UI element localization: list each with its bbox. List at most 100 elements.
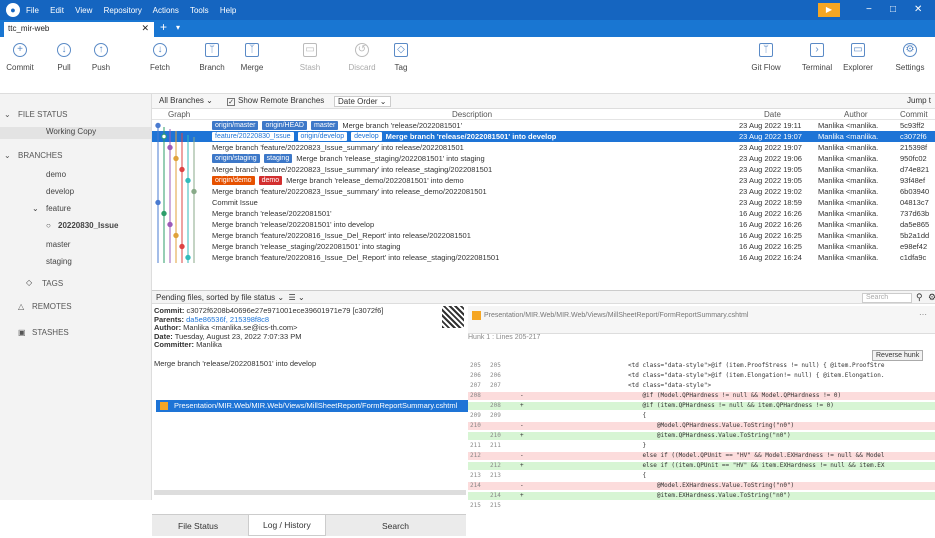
- commit-row[interactable]: origin/staging staging Merge branch 'relea…: [152, 153, 935, 164]
- commit-row[interactable]: origin/master origin/HEAD master Merge bran…: [152, 120, 935, 131]
- sidebar-item-master[interactable]: master: [46, 240, 70, 249]
- branch-label[interactable]: origin/develop: [297, 132, 348, 141]
- commit-node[interactable]: [155, 199, 161, 206]
- sidebar-item-demo[interactable]: demo: [46, 170, 66, 179]
- col-date[interactable]: Date: [764, 110, 781, 119]
- sidebar-branches[interactable]: BRANCHES: [18, 151, 62, 160]
- col-author[interactable]: Author: [844, 110, 868, 119]
- reverse-hunk-button[interactable]: Reverse hunk: [872, 350, 924, 361]
- stash-button[interactable]: ▭ Stash: [290, 43, 330, 72]
- pending-files-label[interactable]: Pending files, sorted by file status ⌄ ☰…: [156, 293, 305, 302]
- commit-row[interactable]: Merge branch 'release_staging/2022081501…: [152, 241, 935, 252]
- branch-button[interactable]: ᛘ Branch: [192, 43, 232, 72]
- branch-label[interactable]: demo: [258, 176, 283, 185]
- menu-view[interactable]: View: [75, 6, 92, 15]
- commit-row[interactable]: Merge branch 'feature/20220816_Issue_Del…: [152, 252, 935, 263]
- minimize-button[interactable]: −: [866, 4, 872, 15]
- branches-chevron-icon[interactable]: ⌄: [4, 151, 11, 160]
- file-item[interactable]: Presentation/MIR.Web/MIR.Web/Views/MillS…: [156, 400, 468, 412]
- commit-row[interactable]: origin/demo demo Merge branch 'release_dem…: [152, 175, 935, 186]
- settings-button[interactable]: ⚙ Settings: [890, 43, 930, 72]
- feature-chevron-icon[interactable]: ⌄: [32, 204, 39, 213]
- col-graph[interactable]: Graph: [168, 110, 190, 119]
- menu-tools[interactable]: Tools: [190, 6, 209, 15]
- commit-node[interactable]: [179, 243, 185, 250]
- sidebar-item-staging[interactable]: staging: [46, 257, 72, 266]
- menu-edit[interactable]: Edit: [50, 6, 64, 15]
- all-branches-select[interactable]: All Branches ⌄: [156, 96, 216, 107]
- branch-label[interactable]: origin/demo: [212, 176, 255, 185]
- sidebar-tags[interactable]: TAGS: [42, 279, 63, 288]
- tab-file-status[interactable]: File Status: [178, 521, 218, 531]
- repo-tab[interactable]: ttc_mir-web ✕: [4, 22, 154, 37]
- commit-node[interactable]: [167, 144, 173, 151]
- commit-node[interactable]: [161, 133, 167, 140]
- terminal-button[interactable]: › Terminal: [797, 43, 837, 72]
- sidebar-item-working-copy[interactable]: Working Copy: [0, 127, 151, 139]
- branch-label[interactable]: master: [310, 121, 339, 130]
- tab-dropdown-icon[interactable]: ▾: [176, 23, 180, 32]
- close-tab-icon[interactable]: ✕: [141, 23, 149, 34]
- menu-file[interactable]: File: [26, 6, 39, 15]
- sidebar-item-feature[interactable]: feature: [46, 204, 71, 213]
- new-tab-button[interactable]: +: [160, 20, 167, 34]
- commit-node[interactable]: [155, 122, 161, 129]
- search-icon[interactable]: ⚲: [916, 292, 923, 303]
- commit-row[interactable]: Commit Issue 23 Aug 2022 18:59 Manlika <ma…: [152, 197, 935, 208]
- more-options-icon[interactable]: ⋯: [919, 310, 927, 319]
- menu-actions[interactable]: Actions: [153, 6, 179, 15]
- gear-icon[interactable]: ⚙: [928, 292, 935, 303]
- commit-row[interactable]: Merge branch 'feature/20220823_Issue_sum…: [152, 186, 935, 197]
- commit-node[interactable]: [191, 188, 197, 195]
- branch-label[interactable]: origin/HEAD: [262, 121, 307, 130]
- tab-search[interactable]: Search: [382, 521, 409, 531]
- maximize-button[interactable]: □: [890, 4, 896, 15]
- commit-row[interactable]: Merge branch 'feature/20220823_Issue_sum…: [152, 142, 935, 153]
- col-commit[interactable]: Commit: [900, 110, 928, 119]
- commit-row[interactable]: Merge branch 'feature/20220823_Issue_sum…: [152, 164, 935, 175]
- pull-button[interactable]: ↓ Pull: [44, 43, 84, 72]
- file-status-chevron-icon[interactable]: ⌄: [4, 110, 11, 119]
- commit-node[interactable]: [173, 155, 179, 162]
- sidebar-remotes[interactable]: REMOTES: [32, 302, 72, 311]
- commit-node[interactable]: [185, 177, 191, 184]
- close-window-button[interactable]: ✕: [914, 4, 922, 15]
- gitflow-button[interactable]: ᛘ Git Flow: [746, 43, 786, 72]
- fetch-button[interactable]: ↓ Fetch: [140, 43, 180, 72]
- tab-log-history[interactable]: Log / History: [248, 515, 326, 536]
- branch-label[interactable]: staging: [263, 154, 293, 163]
- jump-to-button[interactable]: Jump t: [904, 96, 934, 107]
- sidebar-item-develop[interactable]: develop: [46, 187, 74, 196]
- notification-flag-icon[interactable]: ▶: [818, 3, 840, 17]
- show-remote-checkbox[interactable]: ✓ Show Remote Branches: [224, 96, 327, 107]
- commit-row[interactable]: Merge branch 'release/2022081501' 16 Aug …: [152, 208, 935, 219]
- merge-button[interactable]: ᛉ Merge: [232, 43, 272, 72]
- menu-help[interactable]: Help: [220, 6, 236, 15]
- horizontal-scrollbar[interactable]: [154, 490, 466, 495]
- commit-node[interactable]: [185, 254, 191, 261]
- commit-node[interactable]: [173, 232, 179, 239]
- sidebar-stashes[interactable]: STASHES: [32, 328, 69, 337]
- commit-row[interactable]: Merge branch 'feature/20220816_Issue_Del…: [152, 230, 935, 241]
- push-button[interactable]: ↑ Push: [81, 43, 121, 72]
- commit-node[interactable]: [179, 166, 185, 173]
- col-description[interactable]: Description: [452, 110, 492, 119]
- commit-button[interactable]: + Commit: [0, 43, 40, 72]
- branch-label[interactable]: origin/master: [212, 121, 259, 130]
- branch-label[interactable]: develop: [351, 132, 382, 141]
- commit-node[interactable]: [161, 210, 167, 217]
- date-order-select[interactable]: Date Order ⌄: [334, 96, 391, 107]
- search-input[interactable]: Search: [862, 293, 912, 303]
- discard-button[interactable]: ↺ Discard: [342, 43, 382, 72]
- commit-row[interactable]: Merge branch 'release/2022081501' into d…: [152, 219, 935, 230]
- commit-row[interactable]: feature/20220830_Issue origin/develop deve…: [152, 131, 935, 142]
- branch-label[interactable]: origin/staging: [212, 154, 260, 163]
- tag-button[interactable]: ◇ Tag: [381, 43, 421, 72]
- committer-label: Committer:: [154, 340, 195, 349]
- sidebar-file-status[interactable]: FILE STATUS: [18, 110, 68, 119]
- sidebar-item-current-branch[interactable]: 20220830_Issue: [58, 221, 119, 230]
- commit-node[interactable]: [167, 221, 173, 228]
- branch-label[interactable]: feature/20220830_Issue: [212, 132, 294, 141]
- menu-repository[interactable]: Repository: [104, 6, 142, 15]
- explorer-button[interactable]: ▭ Explorer: [838, 43, 878, 72]
